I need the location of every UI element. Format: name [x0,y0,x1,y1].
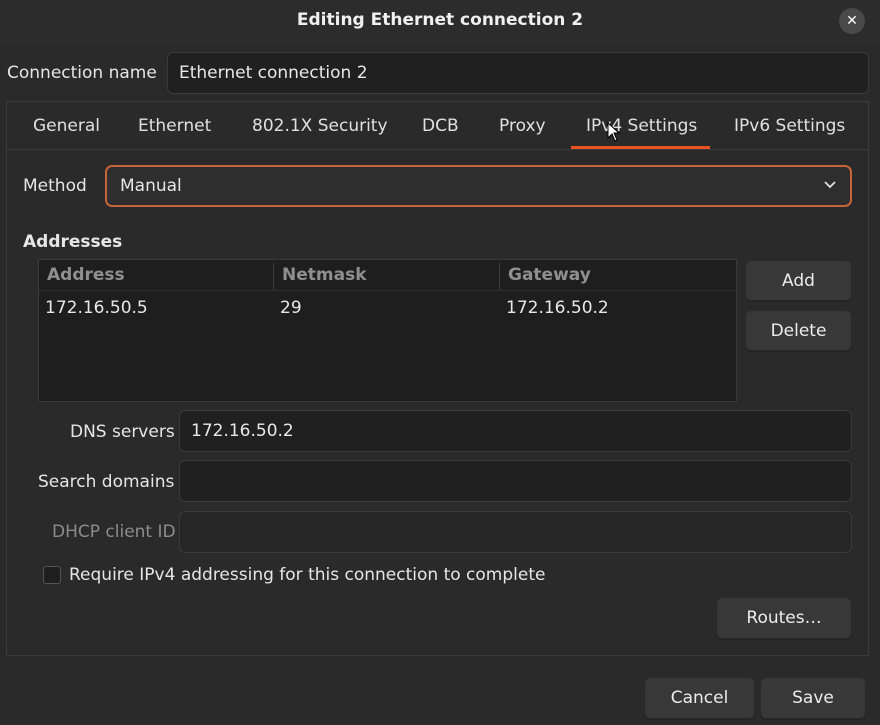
search-domains-input[interactable] [179,460,852,502]
cell-netmask[interactable]: 29 [280,298,302,318]
dns-servers-input[interactable]: 172.16.50.2 [179,410,852,452]
tab-ipv4-settings[interactable]: IPv4 Settings [586,116,697,136]
dhcp-client-id-input [179,511,852,553]
method-value: Manual [120,176,182,196]
cancel-button[interactable]: Cancel [644,677,755,719]
connection-name-label: Connection name [7,63,157,83]
addresses-heading: Addresses [23,232,123,252]
dns-servers-label: DNS servers [70,422,175,442]
require-ipv4-label[interactable]: Require IPv4 addressing for this connect… [69,565,545,585]
search-domains-label: Search domains [38,472,175,492]
tab-bar: General Ethernet 802.1X Security DCB Pro… [7,102,868,150]
column-header-netmask[interactable]: Netmask [282,265,367,285]
active-tab-indicator [571,146,710,149]
add-button[interactable]: Add [745,260,852,301]
routes-button[interactable]: Routes… [716,597,852,639]
tab-8021x-security[interactable]: 802.1X Security [252,116,388,136]
mouse-pointer-icon [607,122,621,142]
tab-ipv6-settings[interactable]: IPv6 Settings [734,116,845,136]
method-label: Method [23,176,87,196]
close-button[interactable]: ✕ [839,8,865,34]
require-ipv4-checkbox[interactable] [43,566,61,584]
method-select[interactable]: Manual [105,165,852,207]
column-separator [499,263,500,290]
dhcp-client-id-label: DHCP client ID [52,522,176,542]
header-divider [39,290,736,291]
tab-dcb[interactable]: DCB [422,116,459,136]
column-header-address[interactable]: Address [47,265,125,285]
chevron-down-icon [824,181,836,189]
delete-button[interactable]: Delete [745,310,852,351]
addresses-table[interactable] [38,259,737,402]
connection-name-input[interactable]: Ethernet connection 2 [167,52,869,94]
tab-proxy[interactable]: Proxy [499,116,546,136]
column-header-gateway[interactable]: Gateway [508,265,591,285]
column-separator [273,263,274,290]
cell-address[interactable]: 172.16.50.5 [45,298,148,318]
close-icon: ✕ [846,13,858,29]
save-button[interactable]: Save [760,677,866,719]
cell-gateway[interactable]: 172.16.50.2 [506,298,609,318]
title-bar: Editing Ethernet connection 2 ✕ [0,0,880,44]
tab-general[interactable]: General [33,116,100,136]
dns-servers-value: 172.16.50.2 [191,421,294,441]
window-title: Editing Ethernet connection 2 [296,10,584,30]
connection-name-value: Ethernet connection 2 [179,63,368,83]
tab-ethernet[interactable]: Ethernet [138,116,211,136]
